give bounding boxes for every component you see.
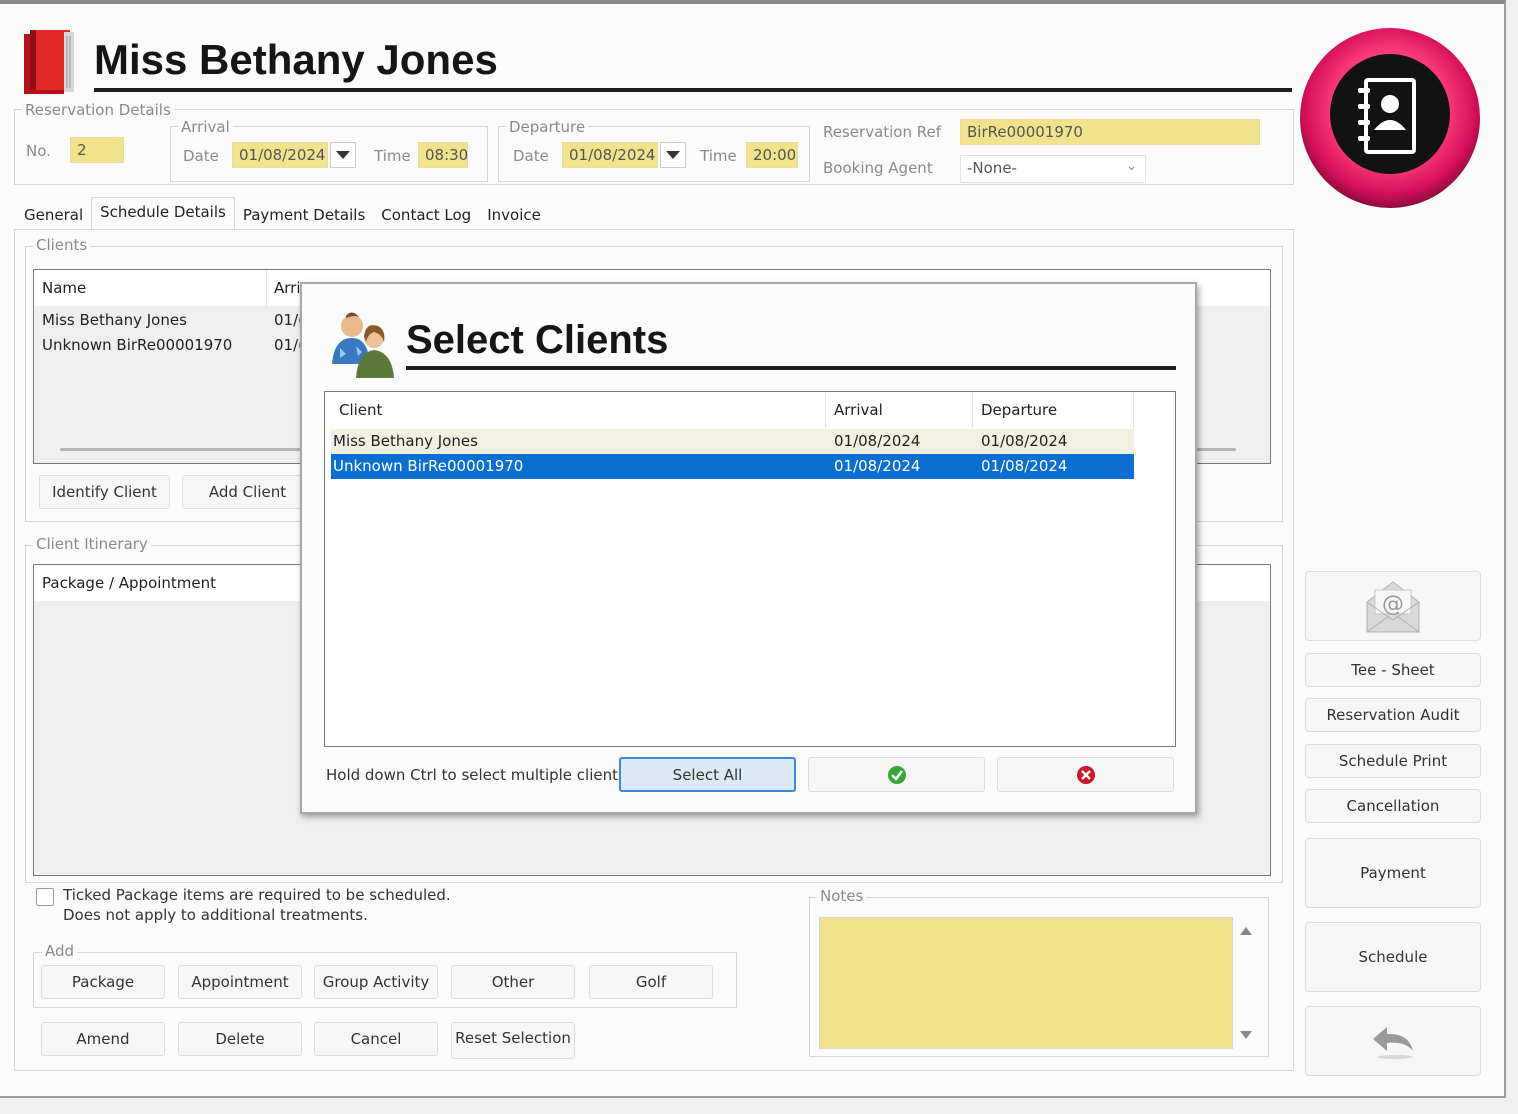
client-arrival: 01/08/2024 — [834, 432, 921, 450]
departure-time-field[interactable]: 20:00 — [746, 142, 798, 168]
cancellation-button[interactable]: Cancellation — [1305, 789, 1481, 823]
close-icon — [1076, 765, 1095, 784]
dialog-cancel-button[interactable] — [997, 757, 1174, 792]
undo-arrow-icon — [1373, 1027, 1413, 1059]
column-name: Name — [42, 279, 87, 297]
clients-icon — [326, 308, 398, 380]
column-client[interactable]: Client — [331, 392, 826, 428]
departure-date-label: Date — [513, 147, 549, 165]
email-button[interactable]: @ — [1305, 571, 1481, 641]
client-name: Miss Bethany Jones — [333, 432, 478, 450]
email-icon: @ — [1366, 581, 1420, 633]
package-note-line2: Does not apply to additional treatments. — [63, 906, 368, 924]
payment-button[interactable]: Payment — [1305, 838, 1481, 908]
package-required-checkbox[interactable] — [36, 888, 54, 906]
departure-time-label: Time — [700, 147, 737, 165]
departure-date-field[interactable]: 01/08/2024 — [562, 142, 658, 168]
select-clients-dialog: Select Clients Client Arrival Departure … — [300, 282, 1197, 814]
arrival-date-field[interactable]: 01/08/2024 — [232, 142, 328, 168]
notes-field[interactable] — [819, 917, 1233, 1049]
book-icon — [20, 26, 78, 98]
reservation-no-field[interactable]: 2 — [70, 137, 124, 163]
delete-button[interactable]: Delete — [178, 1022, 302, 1056]
package-note-line1: Ticked Package items are required to be … — [63, 886, 451, 904]
tab-payment-details[interactable]: Payment Details — [235, 200, 373, 230]
notes-legend: Notes — [817, 887, 867, 905]
client-name: Unknown BirRe00001970 — [333, 457, 524, 475]
tee-sheet-button[interactable]: Tee - Sheet — [1305, 653, 1481, 687]
client-row-selected[interactable]: Unknown BirRe00001970 01/08/2024 01/08/2… — [331, 454, 1134, 479]
client-departure: 01/08/2024 — [981, 457, 1068, 475]
schedule-button[interactable]: Schedule — [1305, 922, 1481, 992]
tab-general[interactable]: General — [16, 200, 91, 230]
tab-contact-log[interactable]: Contact Log — [373, 200, 479, 230]
client-departure: 01/08/2024 — [981, 432, 1068, 450]
clients-row-name[interactable]: Unknown BirRe00001970 — [42, 333, 232, 358]
ok-button[interactable] — [808, 757, 985, 792]
chevron-down-icon: ⌄ — [1126, 159, 1137, 174]
column-departure[interactable]: Departure — [973, 392, 1134, 428]
check-icon — [887, 765, 906, 784]
reset-selection-button[interactable]: Reset Selection — [451, 1022, 575, 1059]
multi-select-hint: Hold down Ctrl to select multiple client… — [326, 766, 626, 784]
departure-date-dropdown[interactable] — [660, 142, 686, 168]
departure-legend: Departure — [506, 118, 589, 136]
reservation-details-legend: Reservation Details — [22, 101, 174, 119]
amend-button[interactable]: Amend — [41, 1022, 165, 1056]
arrival-date-label: Date — [183, 147, 219, 165]
reservation-ref-label: Reservation Ref — [823, 123, 942, 141]
title-rule — [94, 88, 1292, 92]
tab-schedule-details[interactable]: Schedule Details — [91, 197, 235, 230]
itinerary-legend: Client Itinerary — [33, 535, 151, 553]
chevron-down-icon — [336, 151, 350, 159]
select-all-button[interactable]: Select All — [619, 757, 796, 792]
add-group-activity-button[interactable]: Group Activity — [314, 965, 438, 999]
reservation-ref-field[interactable]: BirRe00001970 — [960, 119, 1260, 145]
notes-scrollbar[interactable] — [1234, 917, 1258, 1049]
clients-legend: Clients — [33, 236, 91, 254]
no-label: No. — [26, 142, 51, 160]
dialog-title-rule — [406, 366, 1176, 370]
page-title: Miss Bethany Jones — [94, 36, 498, 83]
address-book-logo-icon — [1298, 26, 1482, 210]
select-clients-header: Client Arrival Departure — [331, 392, 1134, 428]
add-other-button[interactable]: Other — [451, 965, 575, 999]
client-arrival: 01/08/2024 — [834, 457, 921, 475]
identify-client-button[interactable]: Identify Client — [39, 475, 170, 509]
booking-agent-value: -None- — [967, 159, 1017, 177]
cancel-button[interactable]: Cancel — [314, 1022, 438, 1056]
arrival-date-dropdown[interactable] — [330, 142, 356, 168]
dialog-title: Select Clients — [406, 318, 669, 362]
scroll-up-icon[interactable] — [1240, 927, 1252, 935]
add-legend: Add — [42, 942, 78, 960]
arrival-legend: Arrival — [178, 118, 233, 136]
booking-agent-select[interactable]: -None- ⌄ — [960, 155, 1146, 183]
add-package-button[interactable]: Package — [41, 965, 165, 999]
add-golf-button[interactable]: Golf — [589, 965, 713, 999]
undo-button[interactable] — [1305, 1006, 1481, 1076]
column-arrival: Arri — [274, 279, 301, 297]
booking-agent-label: Booking Agent — [823, 159, 933, 177]
schedule-print-button[interactable]: Schedule Print — [1305, 744, 1481, 778]
arrival-time-field[interactable]: 08:30 — [418, 142, 468, 168]
column-package-appointment: Package / Appointment — [42, 574, 217, 592]
scroll-down-icon[interactable] — [1240, 1031, 1252, 1039]
select-clients-list[interactable]: Client Arrival Departure Miss Bethany Jo… — [324, 391, 1176, 747]
arrival-time-label: Time — [374, 147, 411, 165]
add-client-button[interactable]: Add Client — [182, 475, 313, 509]
package-note: Ticked Package items are required to be … — [63, 885, 451, 925]
tab-invoice[interactable]: Invoice — [479, 200, 549, 230]
add-appointment-button[interactable]: Appointment — [178, 965, 302, 999]
client-row[interactable]: Miss Bethany Jones 01/08/2024 01/08/2024 — [331, 429, 1134, 454]
chevron-down-icon — [666, 151, 680, 159]
tab-bar: General Schedule Details Payment Details… — [16, 197, 549, 230]
column-arrival[interactable]: Arrival — [826, 392, 973, 428]
clients-row-name[interactable]: Miss Bethany Jones — [42, 308, 187, 333]
reservation-audit-button[interactable]: Reservation Audit — [1305, 698, 1481, 732]
svg-text:@: @ — [1382, 592, 1404, 617]
